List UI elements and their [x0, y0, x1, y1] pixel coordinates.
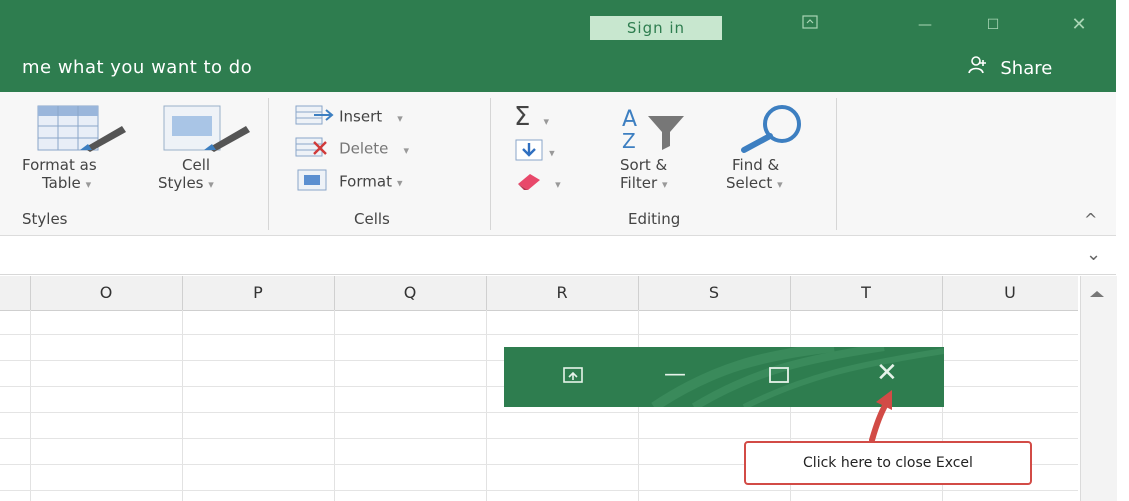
header-divider — [334, 276, 335, 310]
autosum-icon: Σ — [514, 102, 531, 132]
header-divider — [790, 276, 791, 310]
cells-group-label: Cells — [354, 210, 390, 228]
expand-formula-bar-icon[interactable]: ⌄ — [1086, 244, 1101, 265]
dropdown-arrow-icon: ▾ — [777, 178, 783, 191]
share-label: Share — [1000, 58, 1053, 79]
header-divider — [182, 276, 183, 310]
group-separator — [268, 98, 269, 230]
callout-box: Click here to close Excel — [744, 441, 1032, 485]
header-divider — [942, 276, 943, 310]
dropdown-arrow-icon: ▾ — [208, 178, 214, 191]
dropdown-arrow-icon: ▾ — [397, 176, 403, 190]
group-separator — [836, 98, 837, 230]
dropdown-arrow-icon: ▾ — [661, 178, 668, 191]
format-as-table-line2: Table — [42, 174, 81, 192]
share-button[interactable]: Share — [968, 55, 1052, 79]
clear-button[interactable]: ▾ — [514, 170, 561, 196]
header-divider — [30, 276, 31, 310]
delete-button[interactable]: Delete ▾ — [294, 136, 409, 162]
svg-text:Z: Z — [622, 129, 636, 153]
grid-line — [30, 310, 31, 501]
grid-line — [0, 490, 1078, 491]
column-header-p[interactable]: P — [182, 276, 334, 310]
group-separator — [490, 98, 491, 230]
sort-filter-line2: Filter — [620, 174, 658, 192]
dropdown-arrow-icon: ▾ — [85, 178, 92, 191]
column-header-q[interactable]: Q — [334, 276, 486, 310]
eraser-icon — [514, 170, 544, 196]
ribbon-display-options-icon[interactable] — [795, 14, 825, 36]
formula-bar[interactable] — [0, 238, 1116, 275]
maximize-icon[interactable] — [768, 366, 790, 388]
column-header-r[interactable]: R — [486, 276, 638, 310]
close-icon[interactable]: ✕ — [1064, 14, 1094, 36]
fill-button[interactable]: ▾ — [514, 138, 555, 166]
fill-down-icon — [514, 138, 544, 166]
ribbon-display-options-icon[interactable] — [562, 366, 584, 388]
collapse-ribbon-icon[interactable]: ^ — [1084, 210, 1097, 229]
tell-me-search[interactable]: me what you want to do — [22, 57, 252, 78]
header-divider — [486, 276, 487, 310]
sort-filter-icon: A Z — [618, 104, 708, 158]
format-button[interactable]: Format ▾ — [294, 168, 403, 196]
dropdown-arrow-icon: ▾ — [555, 177, 561, 191]
dropdown-arrow-icon: ▾ — [543, 115, 550, 128]
minimize-icon[interactable]: — — [910, 14, 940, 36]
column-header-u[interactable]: U — [942, 276, 1078, 310]
minimize-icon[interactable]: — — [664, 362, 686, 387]
column-header-s[interactable]: S — [638, 276, 790, 310]
editing-group-label: Editing — [628, 210, 681, 228]
dropdown-arrow-icon: ▾ — [549, 146, 555, 160]
autosum-button[interactable]: Σ ▾ — [514, 104, 549, 130]
share-person-icon — [968, 55, 994, 79]
grid-line — [486, 310, 487, 501]
find-select-button[interactable]: Find & Select ▾ — [726, 156, 783, 192]
header-divider — [638, 276, 639, 310]
sort-filter-line1: Sort & — [620, 156, 668, 174]
vertical-scrollbar[interactable] — [1080, 276, 1117, 501]
grid-line — [0, 334, 1078, 335]
column-header-t[interactable]: T — [790, 276, 942, 310]
grid-line — [182, 310, 183, 501]
grid-line — [334, 310, 335, 501]
title-bar — [0, 0, 1116, 40]
insert-icon — [294, 104, 334, 130]
insert-button[interactable]: Insert ▾ — [294, 104, 403, 130]
find-select-line2: Select — [726, 174, 773, 192]
grid-line — [0, 412, 1078, 413]
cell-styles-button[interactable]: Cell Styles ▾ — [158, 156, 214, 192]
dropdown-arrow-icon: ▾ — [397, 111, 403, 125]
delete-label: Delete — [339, 139, 389, 158]
find-select-line1: Find & — [732, 156, 780, 174]
red-arrow-icon — [858, 382, 908, 448]
insert-label: Insert — [339, 107, 383, 126]
delete-icon — [294, 136, 334, 162]
styles-group-label: Styles — [22, 210, 68, 228]
maximize-icon[interactable]: ☐ — [978, 14, 1008, 36]
cell-styles-line2: Styles — [158, 174, 204, 192]
search-magnifier-icon — [736, 102, 808, 158]
format-as-table-button[interactable]: Format as Table ▾ — [22, 156, 97, 192]
scroll-up-icon[interactable] — [1088, 284, 1106, 303]
dropdown-arrow-icon: ▾ — [403, 143, 410, 157]
format-icon — [294, 168, 334, 196]
format-label: Format — [339, 172, 392, 191]
sign-in-button[interactable]: Sign in — [590, 16, 722, 40]
cell-styles-icon — [162, 104, 254, 158]
grid-line — [0, 438, 1078, 439]
cell-styles-line1: Cell — [182, 156, 211, 174]
sort-filter-button[interactable]: Sort & Filter ▾ — [620, 156, 667, 192]
format-as-table-icon — [36, 104, 128, 158]
format-as-table-line1: Format as — [22, 156, 97, 174]
column-header-o[interactable]: O — [30, 276, 182, 310]
